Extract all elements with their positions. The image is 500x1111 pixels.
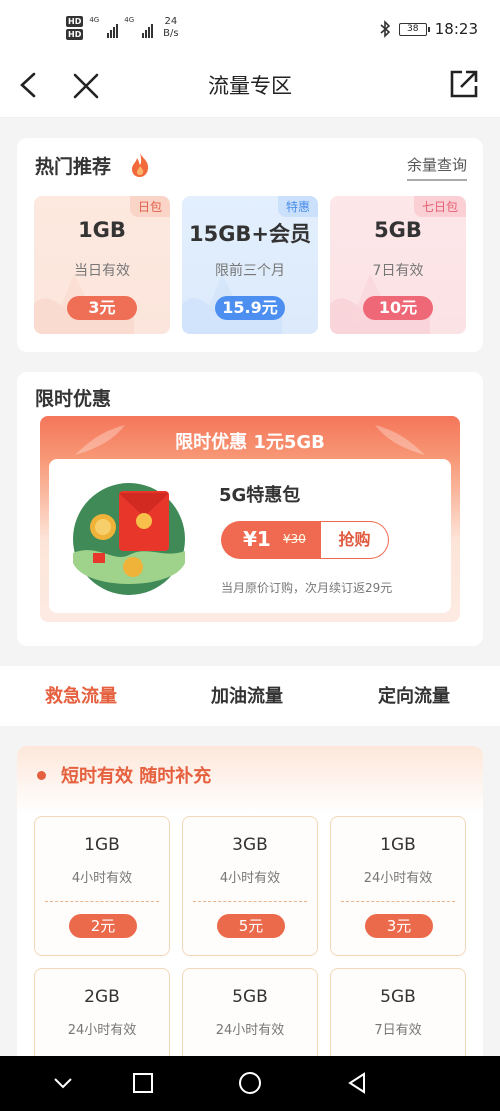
tile-validity: 24小时有效	[363, 871, 433, 886]
package-badge: 日包	[129, 196, 170, 217]
share-icon[interactable]	[448, 68, 480, 100]
nav-down-icon[interactable]	[50, 1070, 76, 1096]
tile-validity: 7日有效	[374, 1023, 422, 1038]
limited-offer-card: 限时优惠 限时优惠 1元5GB 5G特惠包 ¥1 ¥30 抢购 当月原价订购，次…	[17, 372, 483, 646]
package-card[interactable]: 特惠 15GB+会员 限前三个月 15.9元	[182, 196, 318, 334]
hd-badge-1: HD	[66, 16, 84, 27]
nav-home-icon[interactable]	[237, 1070, 263, 1096]
speed-unit: B/s	[163, 28, 179, 39]
network-type-2: 4G	[124, 16, 135, 24]
promo-package: 5G特惠包 ¥1 ¥30 抢购 当月原价订购，次月续订返29元	[49, 459, 451, 613]
tab-emergency[interactable]: 救急流量	[45, 682, 117, 708]
tile-amount: 5GB	[380, 987, 416, 1007]
hd-badge-2: HD	[66, 29, 84, 40]
hot-recommend-card: 热门推荐 余量查询 日包 1GB 当日有效 3元 特惠 15GB+会员 限前三个…	[17, 138, 483, 352]
package-amount: 15GB+会员	[188, 222, 312, 246]
package-card[interactable]: 日包 1GB 当日有效 3元	[34, 196, 170, 334]
data-pack-tile[interactable]: 1GB 24小时有效 3元	[330, 816, 466, 956]
buy-control[interactable]: ¥1 ¥30 抢购	[221, 521, 389, 559]
nav-back-icon[interactable]	[344, 1070, 370, 1096]
hot-title: 热门推荐	[35, 156, 112, 178]
nav-recent-icon[interactable]	[130, 1070, 156, 1096]
speed-value: 24	[164, 16, 178, 27]
red-envelope-icon	[73, 483, 185, 595]
short-time-title: 短时有效 随时补充	[61, 766, 212, 787]
package-validity: 当日有效	[74, 263, 130, 279]
promo-banner[interactable]: 限时优惠 1元5GB 5G特惠包 ¥1 ¥30 抢购 当月原价订购，次月续订返2…	[40, 416, 460, 622]
tile-amount: 3GB	[232, 835, 268, 855]
fire-icon	[132, 153, 149, 177]
tab-directed[interactable]: 定向流量	[378, 682, 450, 708]
data-pack-tile[interactable]: 1GB 4小时有效 2元	[34, 816, 170, 956]
tile-price-button[interactable]: 2元	[69, 914, 137, 938]
tile-validity: 4小时有效	[219, 871, 281, 886]
limited-title: 限时优惠	[35, 388, 112, 410]
package-validity: 7日有效	[372, 263, 424, 279]
package-amount: 1GB	[78, 218, 126, 242]
tile-validity: 24小时有效	[67, 1023, 137, 1038]
package-badge: 特惠	[277, 196, 318, 217]
bluetooth-icon	[380, 20, 390, 38]
tile-divider	[45, 901, 159, 902]
system-nav-bar	[0, 1056, 500, 1111]
category-tabs: 救急流量 加油流量 定向流量	[0, 666, 500, 726]
page-title: 流量专区	[208, 74, 292, 98]
package-name: 5G特惠包	[219, 485, 301, 506]
package-badge: 七日包	[413, 196, 466, 217]
battery-icon: 38	[398, 22, 430, 36]
package-amount: 5GB	[374, 218, 422, 242]
status-right: 38 18:23	[379, 20, 478, 38]
tile-amount: 1GB	[380, 835, 416, 855]
sale-price: ¥1	[243, 527, 271, 551]
tab-boost[interactable]: 加油流量	[211, 682, 283, 708]
package-note: 当月原价订购，次月续订返29元	[221, 581, 393, 595]
tile-validity: 4小时有效	[71, 871, 133, 886]
tile-divider	[341, 901, 455, 902]
tile-price-button[interactable]: 5元	[217, 914, 285, 938]
tile-divider	[193, 901, 307, 902]
package-price-button[interactable]: 10元	[363, 296, 433, 320]
network-speed: 24 B/s	[163, 16, 178, 40]
signal-icon	[142, 20, 154, 38]
tile-amount: 5GB	[232, 987, 268, 1007]
package-price-button[interactable]: 3元	[67, 296, 137, 320]
section-dot	[37, 771, 46, 780]
network-type-1: 4G	[89, 16, 100, 24]
tile-amount: 2GB	[84, 987, 120, 1007]
top-nav-bar: 流量专区	[0, 58, 500, 118]
buy-button[interactable]: 抢购	[321, 521, 389, 559]
hd-indicators: HD HD	[66, 16, 84, 40]
status-left: HD HD 4G 4G 24 B/s	[66, 16, 179, 40]
tile-price-button[interactable]: 3元	[365, 914, 433, 938]
signal-icon	[107, 20, 119, 38]
package-price-button[interactable]: 15.9元	[215, 296, 285, 320]
balance-query-link[interactable]: 余量查询	[406, 154, 467, 181]
tile-validity: 24小时有效	[215, 1023, 285, 1038]
data-pack-tile[interactable]: 3GB 4小时有效 5元	[182, 816, 318, 956]
package-validity: 限前三个月	[215, 263, 285, 279]
clock: 18:23	[434, 20, 478, 38]
original-price: ¥30	[283, 532, 306, 546]
status-bar: HD HD 4G 4G 24 B/s 38 18:23	[0, 0, 500, 58]
package-card[interactable]: 七日包 5GB 7日有效 10元	[330, 196, 466, 334]
promo-banner-title: 限时优惠 1元5GB	[175, 432, 325, 453]
tile-amount: 1GB	[84, 835, 120, 855]
